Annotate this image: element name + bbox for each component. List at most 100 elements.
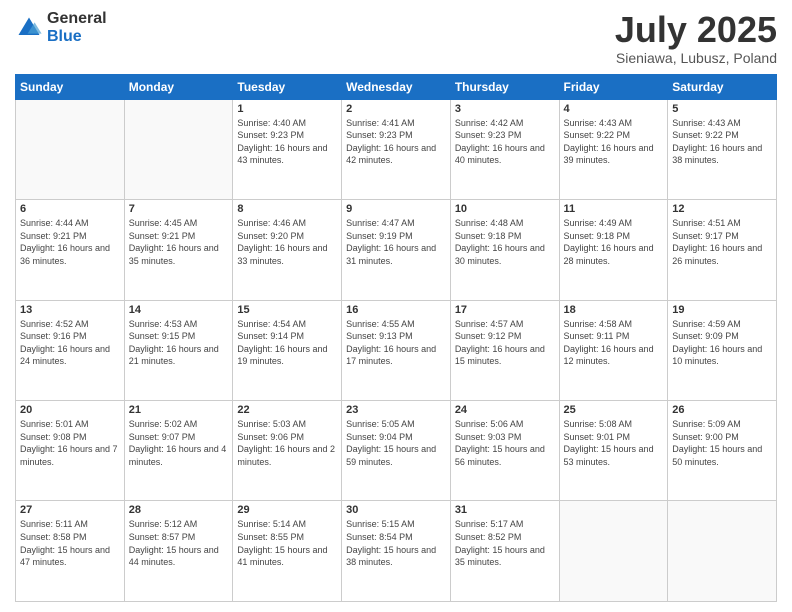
cell-info: Sunrise: 4:43 AMSunset: 9:22 PMDaylight:… xyxy=(564,118,654,166)
table-row: 19 Sunrise: 4:59 AMSunset: 9:09 PMDaylig… xyxy=(668,300,777,400)
col-thursday: Thursday xyxy=(450,74,559,99)
table-row xyxy=(668,501,777,602)
day-number: 30 xyxy=(346,504,446,516)
table-row: 11 Sunrise: 4:49 AMSunset: 9:18 PMDaylig… xyxy=(559,200,668,300)
cell-info: Sunrise: 5:02 AMSunset: 9:07 PMDaylight:… xyxy=(129,419,227,467)
cell-info: Sunrise: 5:17 AMSunset: 8:52 PMDaylight:… xyxy=(455,519,545,567)
table-row: 13 Sunrise: 4:52 AMSunset: 9:16 PMDaylig… xyxy=(16,300,125,400)
table-row: 23 Sunrise: 5:05 AMSunset: 9:04 PMDaylig… xyxy=(342,401,451,501)
table-row: 18 Sunrise: 4:58 AMSunset: 9:11 PMDaylig… xyxy=(559,300,668,400)
cell-info: Sunrise: 4:43 AMSunset: 9:22 PMDaylight:… xyxy=(672,118,762,166)
logo-blue: Blue xyxy=(47,28,107,46)
day-number: 31 xyxy=(455,504,555,516)
day-number: 17 xyxy=(455,304,555,316)
logo-icon xyxy=(15,14,43,42)
calendar-week-1: 1 Sunrise: 4:40 AMSunset: 9:23 PMDayligh… xyxy=(16,99,777,199)
table-row xyxy=(124,99,233,199)
cell-info: Sunrise: 5:05 AMSunset: 9:04 PMDaylight:… xyxy=(346,419,436,467)
day-number: 7 xyxy=(129,203,229,215)
cell-info: Sunrise: 5:12 AMSunset: 8:57 PMDaylight:… xyxy=(129,519,219,567)
day-number: 18 xyxy=(564,304,664,316)
cell-info: Sunrise: 4:52 AMSunset: 9:16 PMDaylight:… xyxy=(20,319,110,367)
table-row: 24 Sunrise: 5:06 AMSunset: 9:03 PMDaylig… xyxy=(450,401,559,501)
day-number: 9 xyxy=(346,203,446,215)
logo: General Blue xyxy=(15,10,107,45)
table-row: 2 Sunrise: 4:41 AMSunset: 9:23 PMDayligh… xyxy=(342,99,451,199)
table-row: 22 Sunrise: 5:03 AMSunset: 9:06 PMDaylig… xyxy=(233,401,342,501)
cell-info: Sunrise: 4:49 AMSunset: 9:18 PMDaylight:… xyxy=(564,218,654,266)
table-row: 16 Sunrise: 4:55 AMSunset: 9:13 PMDaylig… xyxy=(342,300,451,400)
table-row: 4 Sunrise: 4:43 AMSunset: 9:22 PMDayligh… xyxy=(559,99,668,199)
day-number: 2 xyxy=(346,103,446,115)
col-tuesday: Tuesday xyxy=(233,74,342,99)
cell-info: Sunrise: 5:08 AMSunset: 9:01 PMDaylight:… xyxy=(564,419,654,467)
day-number: 29 xyxy=(237,504,337,516)
cell-info: Sunrise: 4:44 AMSunset: 9:21 PMDaylight:… xyxy=(20,218,110,266)
table-row: 1 Sunrise: 4:40 AMSunset: 9:23 PMDayligh… xyxy=(233,99,342,199)
cell-info: Sunrise: 4:58 AMSunset: 9:11 PMDaylight:… xyxy=(564,319,654,367)
main-title: July 2025 xyxy=(615,10,777,50)
cell-info: Sunrise: 5:03 AMSunset: 9:06 PMDaylight:… xyxy=(237,419,335,467)
table-row: 27 Sunrise: 5:11 AMSunset: 8:58 PMDaylig… xyxy=(16,501,125,602)
day-number: 24 xyxy=(455,404,555,416)
day-number: 8 xyxy=(237,203,337,215)
col-monday: Monday xyxy=(124,74,233,99)
cell-info: Sunrise: 4:42 AMSunset: 9:23 PMDaylight:… xyxy=(455,118,545,166)
cell-info: Sunrise: 4:46 AMSunset: 9:20 PMDaylight:… xyxy=(237,218,327,266)
calendar-table: Sunday Monday Tuesday Wednesday Thursday… xyxy=(15,74,777,602)
calendar-week-2: 6 Sunrise: 4:44 AMSunset: 9:21 PMDayligh… xyxy=(16,200,777,300)
table-row xyxy=(16,99,125,199)
day-number: 21 xyxy=(129,404,229,416)
table-row: 31 Sunrise: 5:17 AMSunset: 8:52 PMDaylig… xyxy=(450,501,559,602)
day-number: 16 xyxy=(346,304,446,316)
table-row: 28 Sunrise: 5:12 AMSunset: 8:57 PMDaylig… xyxy=(124,501,233,602)
table-row: 17 Sunrise: 4:57 AMSunset: 9:12 PMDaylig… xyxy=(450,300,559,400)
col-wednesday: Wednesday xyxy=(342,74,451,99)
table-row: 26 Sunrise: 5:09 AMSunset: 9:00 PMDaylig… xyxy=(668,401,777,501)
day-number: 23 xyxy=(346,404,446,416)
table-row: 5 Sunrise: 4:43 AMSunset: 9:22 PMDayligh… xyxy=(668,99,777,199)
day-number: 20 xyxy=(20,404,120,416)
cell-info: Sunrise: 5:06 AMSunset: 9:03 PMDaylight:… xyxy=(455,419,545,467)
cell-info: Sunrise: 4:57 AMSunset: 9:12 PMDaylight:… xyxy=(455,319,545,367)
cell-info: Sunrise: 5:15 AMSunset: 8:54 PMDaylight:… xyxy=(346,519,436,567)
page: General Blue July 2025 Sieniawa, Lubusz,… xyxy=(0,0,792,612)
cell-info: Sunrise: 4:59 AMSunset: 9:09 PMDaylight:… xyxy=(672,319,762,367)
day-number: 1 xyxy=(237,103,337,115)
table-row: 9 Sunrise: 4:47 AMSunset: 9:19 PMDayligh… xyxy=(342,200,451,300)
cell-info: Sunrise: 5:11 AMSunset: 8:58 PMDaylight:… xyxy=(20,519,110,567)
cell-info: Sunrise: 4:54 AMSunset: 9:14 PMDaylight:… xyxy=(237,319,327,367)
table-row: 21 Sunrise: 5:02 AMSunset: 9:07 PMDaylig… xyxy=(124,401,233,501)
table-row: 25 Sunrise: 5:08 AMSunset: 9:01 PMDaylig… xyxy=(559,401,668,501)
day-number: 11 xyxy=(564,203,664,215)
table-row: 8 Sunrise: 4:46 AMSunset: 9:20 PMDayligh… xyxy=(233,200,342,300)
cell-info: Sunrise: 4:47 AMSunset: 9:19 PMDaylight:… xyxy=(346,218,436,266)
col-saturday: Saturday xyxy=(668,74,777,99)
logo-text: General Blue xyxy=(47,10,107,45)
calendar-week-5: 27 Sunrise: 5:11 AMSunset: 8:58 PMDaylig… xyxy=(16,501,777,602)
day-number: 27 xyxy=(20,504,120,516)
cell-info: Sunrise: 5:14 AMSunset: 8:55 PMDaylight:… xyxy=(237,519,327,567)
cell-info: Sunrise: 4:51 AMSunset: 9:17 PMDaylight:… xyxy=(672,218,762,266)
day-number: 6 xyxy=(20,203,120,215)
header: General Blue July 2025 Sieniawa, Lubusz,… xyxy=(15,10,777,66)
day-number: 5 xyxy=(672,103,772,115)
calendar-header-row: Sunday Monday Tuesday Wednesday Thursday… xyxy=(16,74,777,99)
cell-info: Sunrise: 5:09 AMSunset: 9:00 PMDaylight:… xyxy=(672,419,762,467)
table-row: 29 Sunrise: 5:14 AMSunset: 8:55 PMDaylig… xyxy=(233,501,342,602)
table-row xyxy=(559,501,668,602)
table-row: 15 Sunrise: 4:54 AMSunset: 9:14 PMDaylig… xyxy=(233,300,342,400)
table-row: 12 Sunrise: 4:51 AMSunset: 9:17 PMDaylig… xyxy=(668,200,777,300)
day-number: 14 xyxy=(129,304,229,316)
calendar-week-4: 20 Sunrise: 5:01 AMSunset: 9:08 PMDaylig… xyxy=(16,401,777,501)
table-row: 6 Sunrise: 4:44 AMSunset: 9:21 PMDayligh… xyxy=(16,200,125,300)
table-row: 3 Sunrise: 4:42 AMSunset: 9:23 PMDayligh… xyxy=(450,99,559,199)
day-number: 13 xyxy=(20,304,120,316)
cell-info: Sunrise: 5:01 AMSunset: 9:08 PMDaylight:… xyxy=(20,419,118,467)
col-sunday: Sunday xyxy=(16,74,125,99)
cell-info: Sunrise: 4:55 AMSunset: 9:13 PMDaylight:… xyxy=(346,319,436,367)
cell-info: Sunrise: 4:48 AMSunset: 9:18 PMDaylight:… xyxy=(455,218,545,266)
day-number: 10 xyxy=(455,203,555,215)
table-row: 20 Sunrise: 5:01 AMSunset: 9:08 PMDaylig… xyxy=(16,401,125,501)
day-number: 12 xyxy=(672,203,772,215)
